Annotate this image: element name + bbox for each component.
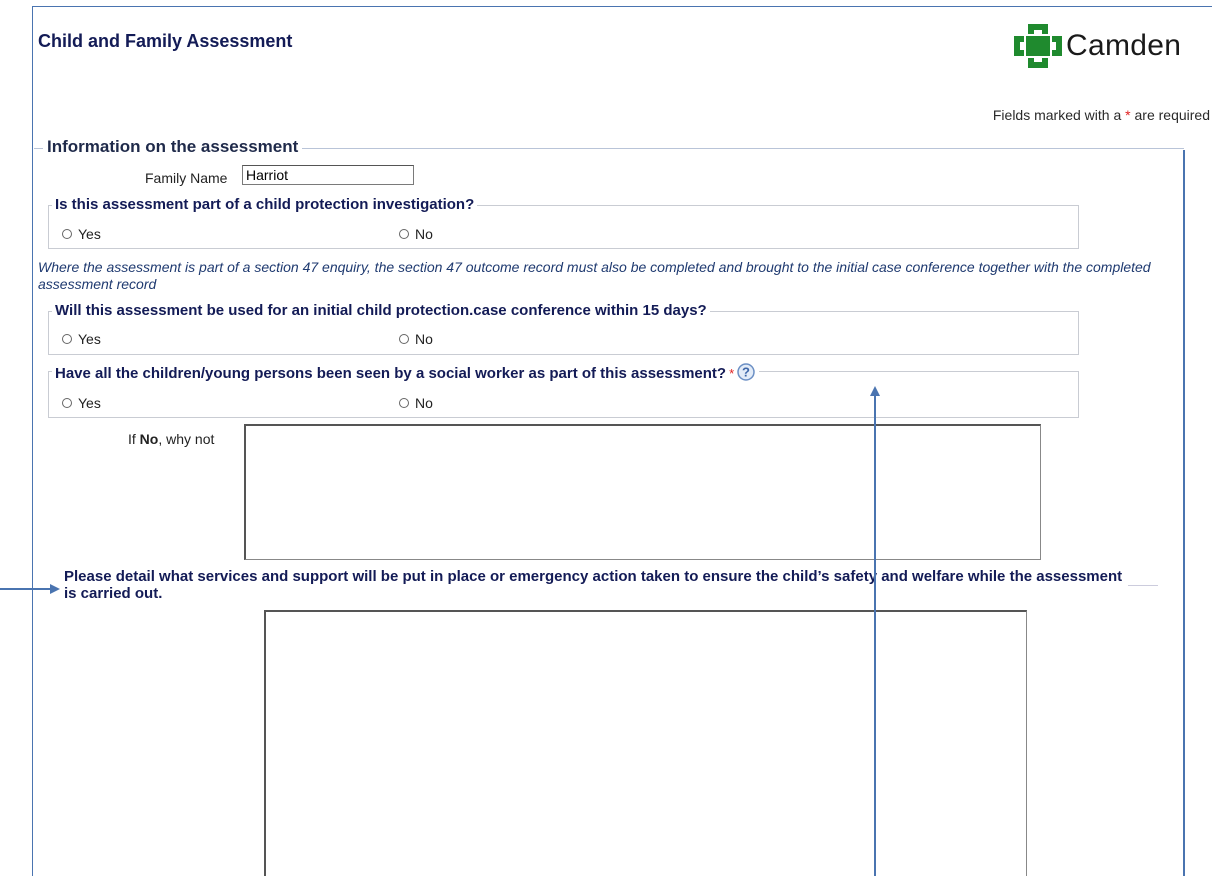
radio-circle-icon — [399, 229, 409, 239]
camden-logo-icon — [1014, 24, 1062, 68]
frame-top-border — [32, 6, 1212, 7]
services-divider — [1128, 585, 1158, 586]
services-support-textarea[interactable] — [264, 610, 1027, 876]
page-title: Child and Family Assessment — [38, 31, 293, 51]
q2-no-radio[interactable]: No — [399, 331, 433, 347]
q1-legend: Is this assessment part of a child prote… — [52, 196, 478, 213]
section-title: Information on the assessment — [43, 137, 303, 157]
q2-yes-radio[interactable]: Yes — [62, 331, 101, 347]
frame-left-border — [32, 6, 33, 876]
family-name-input[interactable] — [242, 165, 414, 185]
radio-circle-icon — [399, 334, 409, 344]
required-star: * — [729, 365, 735, 381]
section-47-note: Where the assessment is part of a sectio… — [38, 259, 1151, 292]
q3-yes-radio[interactable]: Yes — [62, 395, 101, 411]
radio-circle-icon — [62, 334, 72, 344]
q1-no-radio[interactable]: No — [399, 226, 433, 242]
logo-text: Camden — [1066, 29, 1182, 62]
camden-logo: Camden — [1012, 22, 1181, 70]
q2-legend: Will this assessment be used for an init… — [52, 302, 710, 319]
services-support-label: Please detail what services and support … — [64, 568, 1123, 602]
radio-circle-icon — [62, 398, 72, 408]
why-not-label: If No, why not — [128, 431, 215, 447]
radio-circle-icon — [399, 398, 409, 408]
family-name-label: Family Name — [145, 170, 228, 186]
frame-right-border — [1183, 150, 1185, 876]
required-fields-note: Fields marked with a * are required — [992, 107, 1210, 123]
q3-legend: Have all the children/young persons been… — [52, 362, 760, 386]
q1-yes-radio[interactable]: Yes — [62, 226, 101, 242]
svg-text:?: ? — [742, 365, 750, 380]
q3-no-radio[interactable]: No — [399, 395, 433, 411]
why-not-textarea[interactable] — [244, 424, 1041, 560]
radio-circle-icon — [62, 229, 72, 239]
question-mark-help-icon[interactable]: ? — [736, 362, 756, 386]
